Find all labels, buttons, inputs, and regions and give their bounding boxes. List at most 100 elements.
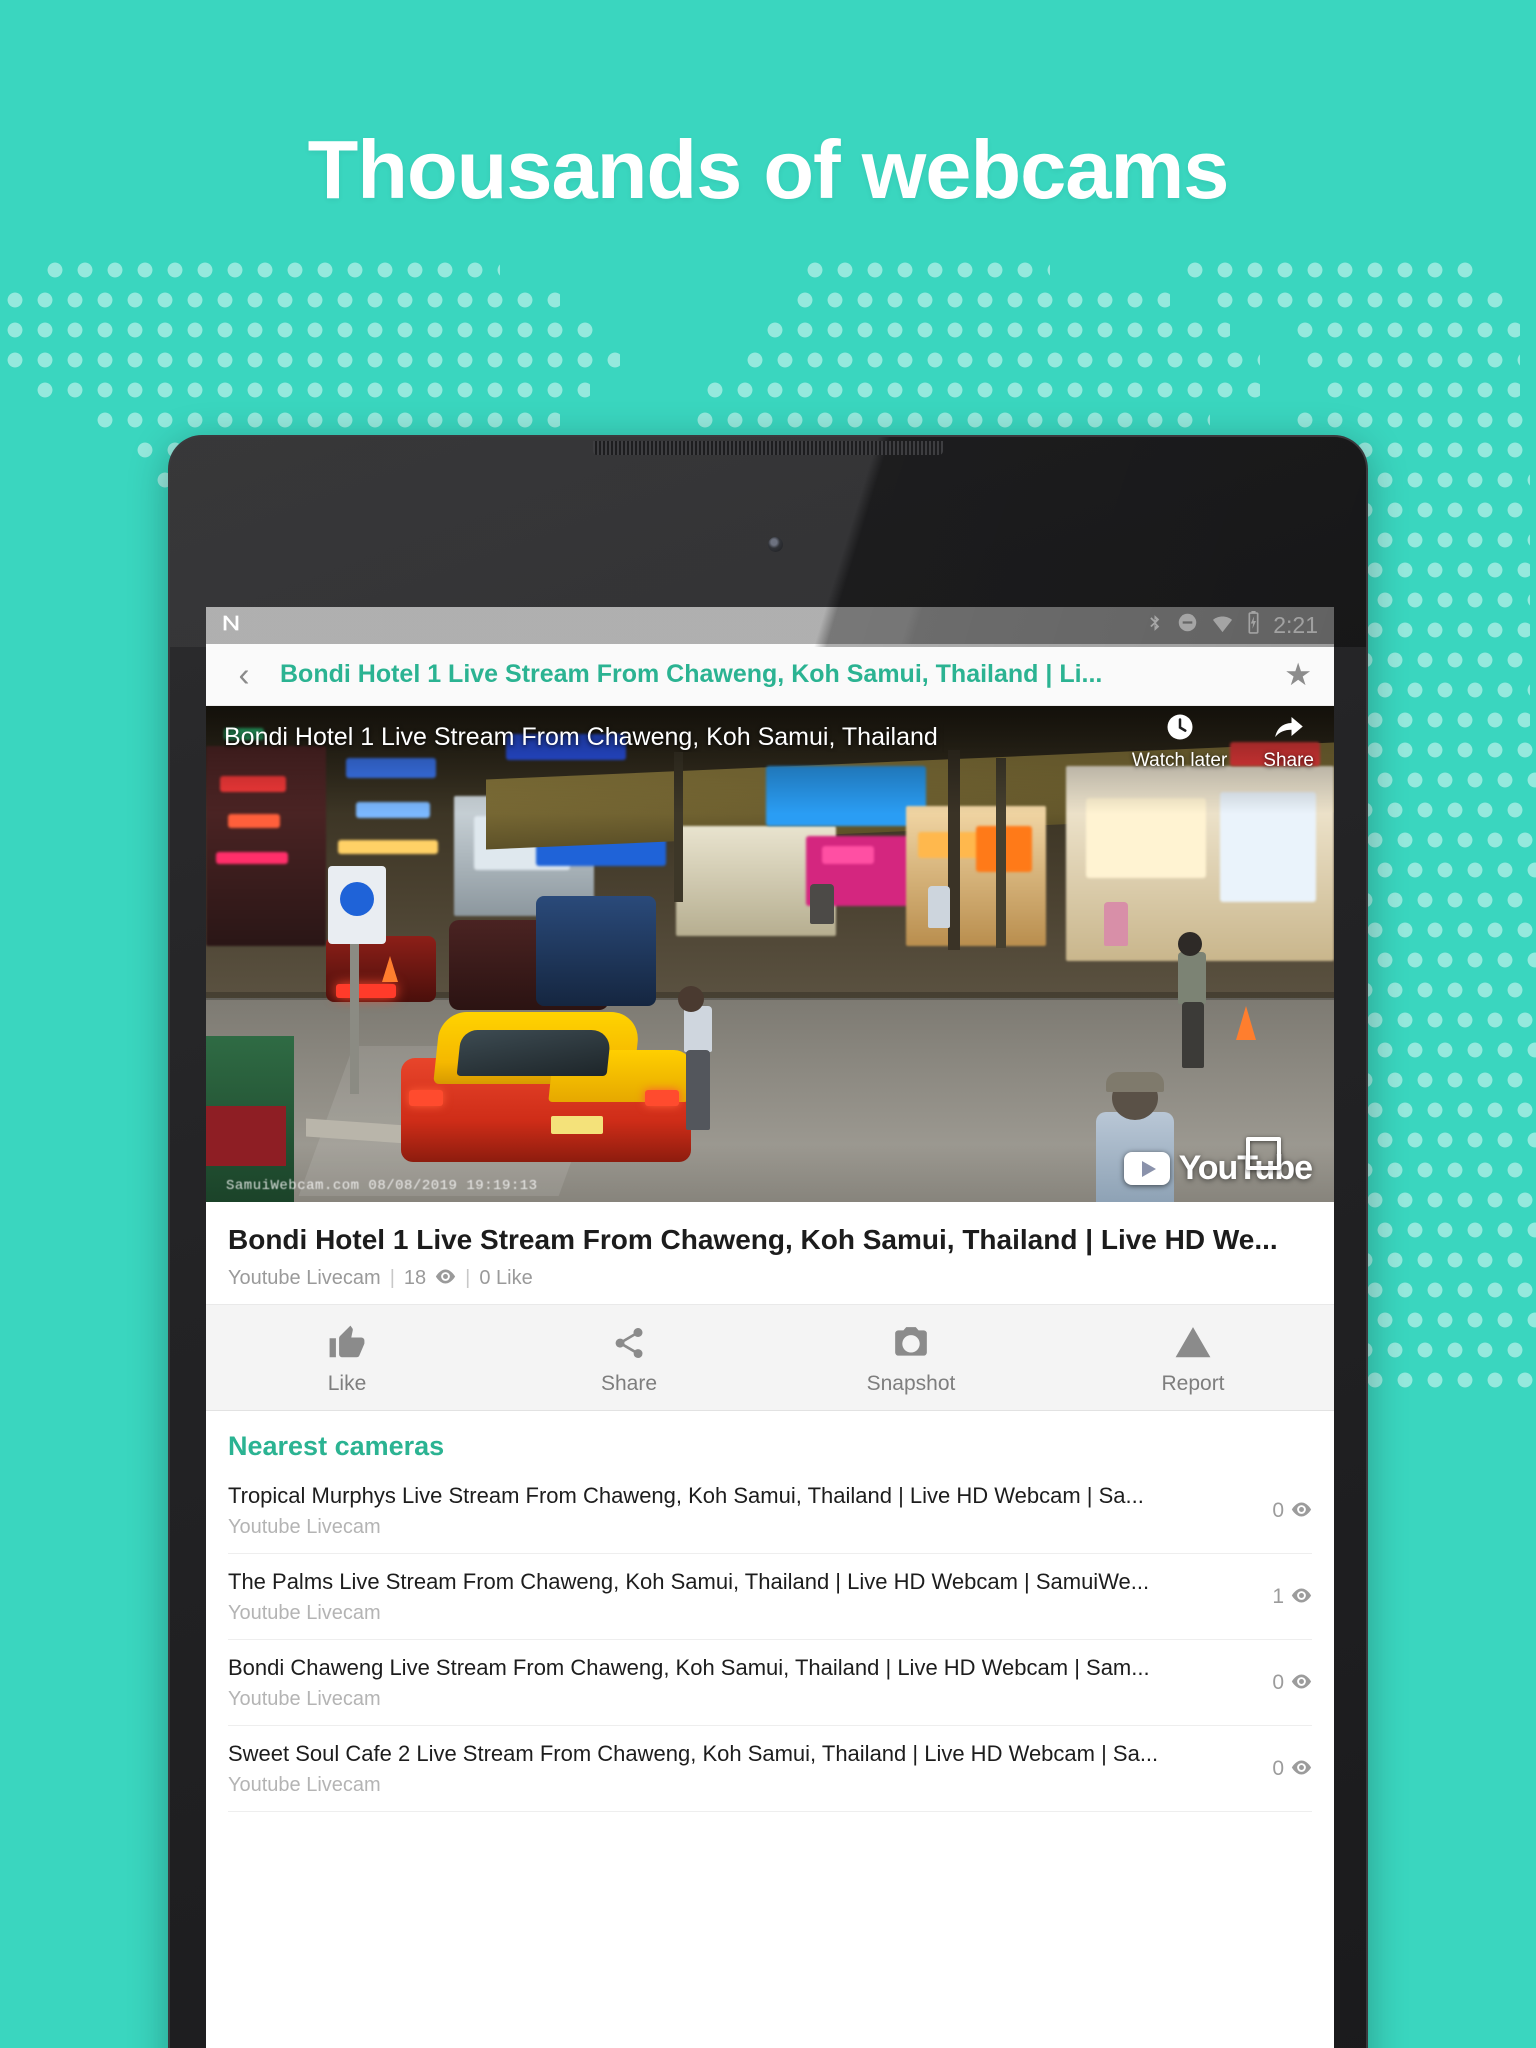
earpiece-speaker xyxy=(593,441,943,455)
pedestrian xyxy=(1178,932,1202,956)
page-title: Bondi Hotel 1 Live Stream From Chaweng, … xyxy=(280,660,1103,688)
snapshot-label: Snapshot xyxy=(866,1372,956,1395)
report-label: Report xyxy=(1161,1372,1225,1395)
player-overlay-title: Bondi Hotel 1 Live Stream From Chaweng, … xyxy=(224,723,944,751)
do-not-disturb-icon xyxy=(1177,612,1198,639)
front-camera-lens xyxy=(768,537,783,552)
world-map-dot-row xyxy=(30,375,590,405)
video-meta: Youtube Livecam | 18 | 0 Like xyxy=(228,1267,1312,1290)
fullscreen-icon[interactable] xyxy=(1246,1137,1281,1170)
video-source: Youtube Livecam xyxy=(228,1267,381,1289)
android-status-bar: 2:21 xyxy=(206,607,1334,644)
world-map-dot-row xyxy=(90,405,560,435)
pedestrian xyxy=(810,884,834,924)
camera-name: The Palms Live Stream From Chaweng, Koh … xyxy=(228,1569,1150,1594)
world-map-dot-row xyxy=(0,345,620,375)
camera-list-item[interactable]: Sweet Soul Cafe 2 Live Stream From Chawe… xyxy=(228,1726,1312,1812)
status-bar-clock: 2:21 xyxy=(1273,612,1318,638)
eye-icon xyxy=(1291,1757,1312,1781)
like-button[interactable]: Like xyxy=(206,1321,488,1396)
youtube-play-icon xyxy=(1123,1152,1170,1185)
report-button[interactable]: Report xyxy=(1052,1321,1334,1396)
app-bar: ‹ Bondi Hotel 1 Live Stream From Chaweng… xyxy=(206,644,1334,706)
clock-icon xyxy=(1132,712,1227,750)
view-count: 18 xyxy=(403,1267,427,1289)
world-map-dot-row xyxy=(1290,405,1530,435)
world-map-dot-row xyxy=(0,315,600,345)
share-arrow-icon xyxy=(1263,712,1314,750)
taxi-car xyxy=(401,1012,694,1162)
camera-view-count: 1 xyxy=(1256,1585,1312,1609)
pedestrian xyxy=(1104,902,1128,946)
camera-name: Sweet Soul Cafe 2 Live Stream From Chawe… xyxy=(228,1741,1159,1766)
youtube-watermark[interactable]: YouTube xyxy=(1123,1149,1313,1188)
pedestrian xyxy=(684,1006,712,1052)
watch-later-label: Watch later xyxy=(1131,750,1228,771)
world-map-dot-row xyxy=(1300,345,1520,375)
player-overlay-actions: Watch later Share xyxy=(1132,712,1314,772)
pedestrian xyxy=(928,886,950,928)
camera-source: Youtube Livecam xyxy=(228,1516,381,1538)
camera-view-number: 0 xyxy=(1272,1499,1284,1522)
camera-source: Youtube Livecam xyxy=(228,1774,381,1796)
wifi-icon xyxy=(1211,612,1234,639)
video-player[interactable]: Bondi Hotel 1 Live Stream From Chaweng, … xyxy=(206,706,1334,1202)
world-map-dot-row xyxy=(800,255,1050,285)
back-chevron-icon[interactable]: ‹ xyxy=(222,653,266,697)
camera-list-item[interactable]: Tropical Murphys Live Stream From Chawen… xyxy=(228,1468,1312,1554)
meta-separator-2: | xyxy=(465,1267,471,1289)
share-label: Share xyxy=(600,1372,658,1395)
eye-icon xyxy=(1291,1585,1312,1609)
promo-screenshot: Thousands of webcams 2:21 ‹ Bondi Hotel … xyxy=(0,0,1536,2048)
camera-view-number: 1 xyxy=(1272,1585,1284,1608)
world-map-dot-row xyxy=(1350,1335,1536,1365)
video-title: Bondi Hotel 1 Live Stream From Chaweng, … xyxy=(228,1224,1278,1255)
pedestrian xyxy=(1182,1002,1204,1068)
promo-headline: Thousands of webcams xyxy=(307,123,1230,216)
warning-triangle-icon xyxy=(1052,1321,1334,1365)
share-button[interactable]: Share xyxy=(488,1321,770,1396)
world-map-dot-row xyxy=(1320,375,1520,405)
world-map-dot-row xyxy=(40,255,500,285)
eye-icon xyxy=(1291,1671,1312,1695)
camera-view-count: 0 xyxy=(1256,1671,1312,1695)
nearest-cameras-heading: Nearest cameras xyxy=(228,1431,445,1461)
player-share-label: Share xyxy=(1263,750,1314,771)
meta-separator: | xyxy=(389,1267,395,1289)
thumbs-up-icon xyxy=(206,1321,488,1365)
like-label: Like xyxy=(327,1372,367,1395)
world-map-dot-row xyxy=(1290,315,1520,345)
world-map-dot-row xyxy=(690,405,1210,435)
camera-icon xyxy=(770,1321,1052,1365)
device-screen: 2:21 ‹ Bondi Hotel 1 Live Stream From Ch… xyxy=(206,607,1334,2048)
tablet-device-frame: 2:21 ‹ Bondi Hotel 1 Live Stream From Ch… xyxy=(168,435,1368,2048)
world-map-dot-row xyxy=(760,315,1230,345)
camera-list-item[interactable]: Bondi Chaweng Live Stream From Chaweng, … xyxy=(228,1640,1312,1726)
star-icon[interactable]: ★ xyxy=(1270,657,1312,693)
camera-timestamp-overlay: SamuiWebcam.com 08/08/2019 19:19:13 xyxy=(226,1178,538,1194)
camera-view-count: 0 xyxy=(1256,1757,1312,1781)
world-map-dot-row xyxy=(700,375,1260,405)
world-map-dot-row xyxy=(790,285,1170,315)
eye-icon xyxy=(435,1267,456,1290)
world-map-dot-row xyxy=(1210,285,1510,315)
world-map-dot-row xyxy=(1180,255,1480,285)
player-share-button[interactable]: Share xyxy=(1263,712,1314,772)
snapshot-button[interactable]: Snapshot xyxy=(770,1321,1052,1396)
eye-icon xyxy=(1291,1499,1312,1523)
world-map-dot-row xyxy=(0,285,560,315)
camera-source: Youtube Livecam xyxy=(228,1688,381,1710)
like-count: 0 Like xyxy=(479,1267,533,1289)
camera-name: Bondi Chaweng Live Stream From Chaweng, … xyxy=(228,1655,1150,1680)
camera-list-item[interactable]: The Palms Live Stream From Chaweng, Koh … xyxy=(228,1554,1312,1640)
watch-later-button[interactable]: Watch later xyxy=(1132,712,1227,772)
action-button-row: Like Share Snapshot Report xyxy=(206,1304,1334,1411)
camera-view-number: 0 xyxy=(1272,1671,1284,1694)
bluetooth-icon xyxy=(1145,611,1164,641)
camera-source: Youtube Livecam xyxy=(228,1602,381,1624)
world-map-dot-row xyxy=(1340,1305,1536,1335)
world-map-dot-row xyxy=(740,345,1260,375)
nova-launcher-icon xyxy=(220,612,242,639)
battery-charging-icon xyxy=(1247,611,1260,640)
camera-view-count: 0 xyxy=(1256,1499,1312,1523)
